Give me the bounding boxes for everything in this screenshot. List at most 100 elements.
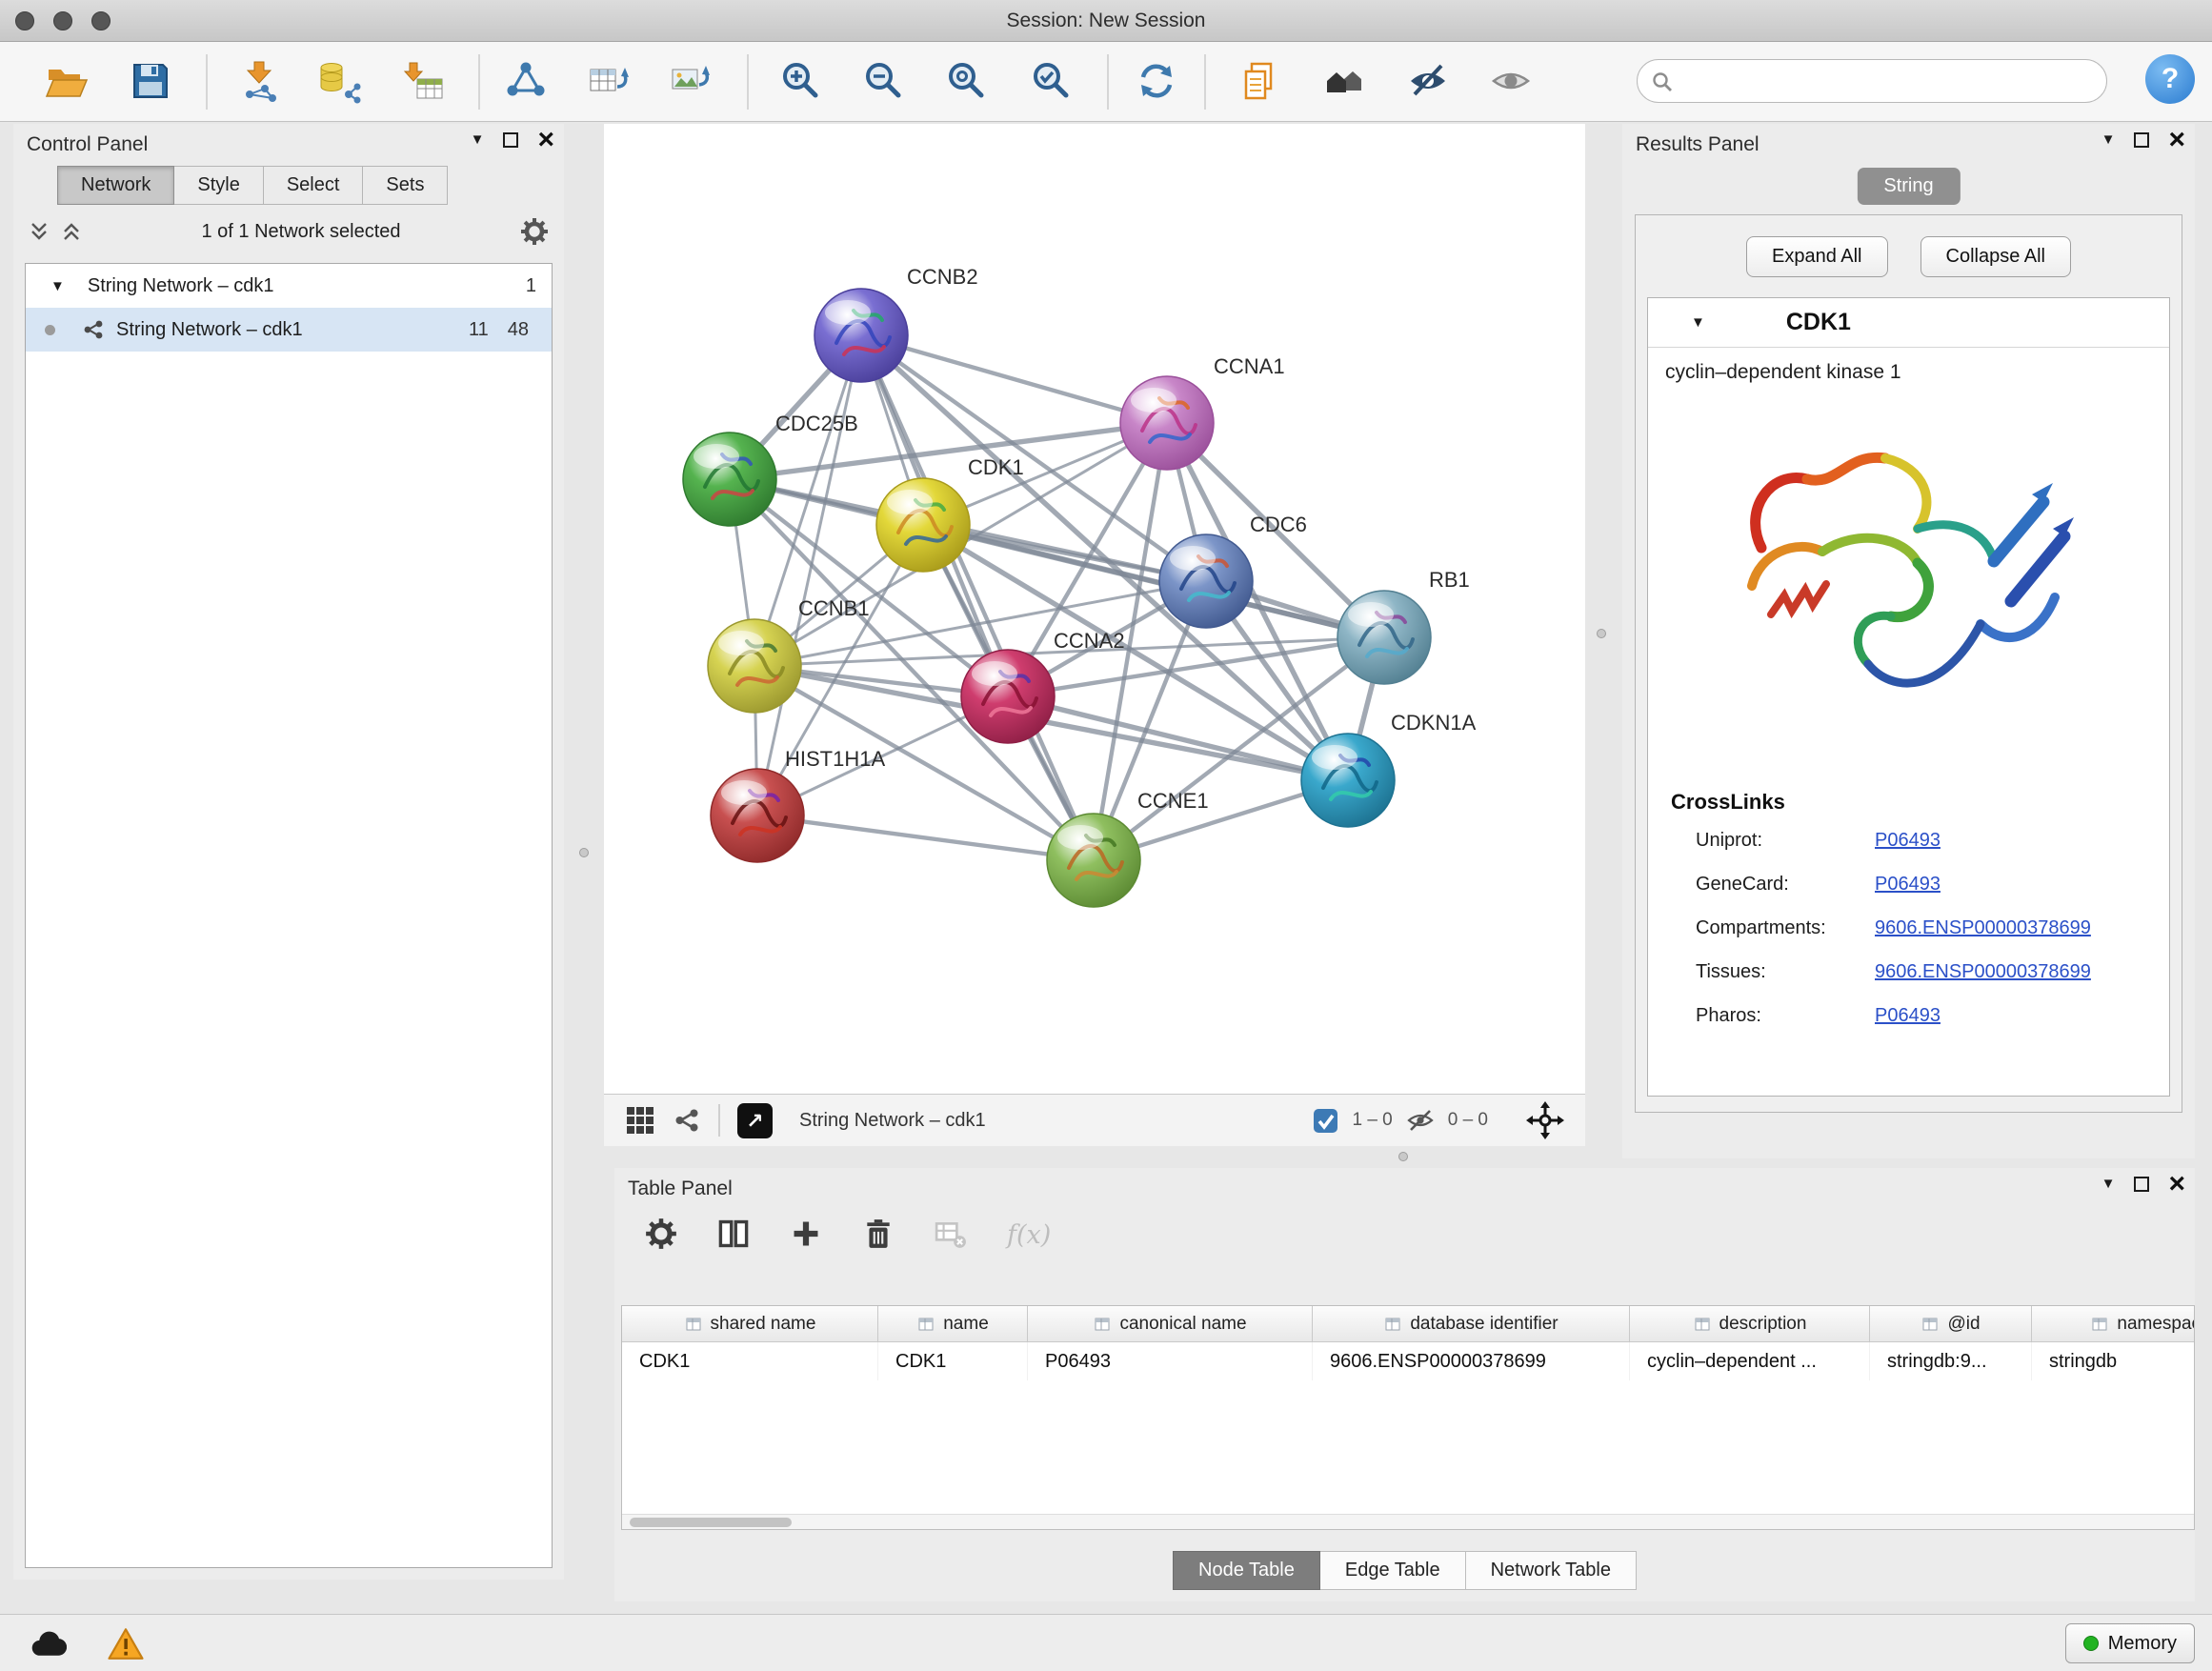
zoom-selected-button[interactable]	[1026, 56, 1076, 106]
float-panel-icon[interactable]	[503, 132, 518, 148]
tab-network[interactable]: Network	[57, 166, 174, 205]
splitter-handle[interactable]	[1398, 1152, 1408, 1161]
network-node-ccna1[interactable]	[1120, 376, 1214, 470]
scrollbar-thumb[interactable]	[630, 1518, 792, 1527]
close-panel-icon[interactable]: ×	[537, 132, 554, 148]
toolbar-separator	[206, 54, 208, 110]
crosslink-link[interactable]: P06493	[1875, 830, 1941, 852]
network-edge[interactable]	[757, 815, 1094, 860]
import-table-button[interactable]	[398, 56, 448, 106]
gear-icon[interactable]	[520, 217, 549, 246]
tab-select[interactable]: Select	[264, 166, 364, 205]
collapse-section-icon[interactable]: ▼	[1691, 314, 1705, 331]
collapse-panel-icon[interactable]: ▼	[2101, 1176, 2116, 1192]
new-network-button[interactable]	[501, 56, 551, 106]
float-panel-icon[interactable]	[2134, 132, 2149, 148]
column-header[interactable]: namespace	[2032, 1306, 2195, 1342]
network-collection-row[interactable]: ▼ String Network – cdk1 1	[26, 264, 552, 308]
column-header[interactable]: shared name	[622, 1306, 878, 1342]
horizontal-scrollbar[interactable]	[622, 1514, 2194, 1529]
table-cell[interactable]: 9606.ENSP00000378699	[1313, 1342, 1630, 1380]
hide-graphics-details-button[interactable]	[1403, 56, 1453, 106]
network-node-cdc25b[interactable]	[683, 433, 776, 526]
new-table-button[interactable]	[583, 56, 633, 106]
open-session-button[interactable]	[42, 56, 91, 106]
delete-column-button[interactable]	[862, 1218, 895, 1253]
network-node-cdc6[interactable]	[1159, 534, 1253, 628]
table-cell[interactable]: stringdb	[2032, 1342, 2195, 1380]
column-header[interactable]: name	[878, 1306, 1028, 1342]
tree-expand-icon[interactable]: ▼	[50, 278, 65, 294]
column-header[interactable]: @id	[1870, 1306, 2032, 1342]
column-header[interactable]: canonical name	[1028, 1306, 1313, 1342]
import-network-file-button[interactable]	[234, 56, 284, 106]
network-canvas[interactable]: CCNB2CCNA1CDC25BCDK1CDC6RB1CCNB1CCNA2CDK…	[604, 124, 1585, 1094]
network-node-ccna2[interactable]	[961, 650, 1055, 743]
show-graphics-details-button[interactable]	[1486, 56, 1536, 106]
crosslink-link[interactable]: P06493	[1875, 874, 1941, 896]
grid-view-icon[interactable]	[625, 1105, 655, 1136]
create-column-button[interactable]	[790, 1218, 822, 1253]
node-details-header[interactable]: ▼ CDK1	[1648, 298, 2169, 348]
table-cell[interactable]: CDK1	[622, 1342, 878, 1380]
birdseye-view-toggle[interactable]: ↗	[737, 1103, 773, 1138]
help-button[interactable]: ?	[2145, 54, 2195, 104]
network-node-rb1[interactable]	[1337, 591, 1431, 684]
table-cell[interactable]: P06493	[1028, 1342, 1313, 1380]
columns-icon	[717, 1218, 750, 1250]
network-row[interactable]: String Network – cdk1 11 48	[26, 308, 552, 352]
collapse-all-button[interactable]: Collapse All	[1920, 236, 2072, 277]
home-button[interactable]	[1319, 56, 1369, 106]
cloud-icon[interactable]	[29, 1628, 67, 1661]
collapse-all-icon[interactable]	[61, 221, 82, 242]
table-cell[interactable]: CDK1	[878, 1342, 1028, 1380]
float-panel-icon[interactable]	[2134, 1177, 2149, 1192]
share-view-icon[interactable]	[673, 1106, 701, 1135]
zoom-fit-button[interactable]	[941, 56, 991, 106]
network-node-cdkn1a[interactable]	[1301, 734, 1395, 827]
tab-node-table[interactable]: Node Table	[1173, 1551, 1320, 1590]
crosslink-link[interactable]: 9606.ENSP00000378699	[1875, 917, 2091, 939]
search-input[interactable]	[1687, 64, 2087, 98]
show-columns-button[interactable]	[717, 1218, 750, 1253]
table-settings-button[interactable]	[645, 1218, 677, 1253]
annotation-button[interactable]	[1235, 56, 1284, 106]
warning-icon[interactable]	[107, 1626, 145, 1661]
collapse-panel-icon[interactable]: ▼	[2101, 131, 2116, 148]
import-network-database-button[interactable]	[314, 56, 364, 106]
column-header[interactable]: description	[1630, 1306, 1870, 1342]
tab-sets[interactable]: Sets	[363, 166, 448, 205]
network-edge[interactable]	[861, 335, 1094, 860]
table-cell[interactable]: stringdb:9...	[1870, 1342, 2032, 1380]
zoom-out-button[interactable]	[858, 56, 908, 106]
pan-crosshair-icon[interactable]	[1526, 1101, 1564, 1139]
collapse-panel-icon[interactable]: ▼	[471, 131, 485, 148]
memory-button[interactable]: Memory	[2065, 1623, 2195, 1663]
save-session-button[interactable]	[126, 56, 175, 106]
refresh-view-button[interactable]	[1132, 56, 1181, 106]
expand-all-button[interactable]: Expand All	[1746, 236, 1888, 277]
tab-string[interactable]: String	[1857, 168, 1960, 205]
close-panel-icon[interactable]: ×	[2168, 132, 2185, 148]
network-edge[interactable]	[757, 335, 861, 815]
crosslink-link[interactable]: 9606.ENSP00000378699	[1875, 961, 2091, 983]
splitter-handle[interactable]	[1597, 629, 1606, 638]
expand-all-icon[interactable]	[29, 221, 50, 242]
close-panel-icon[interactable]: ×	[2168, 1177, 2185, 1192]
export-image-button[interactable]	[665, 56, 714, 106]
crosslink-link[interactable]: P06493	[1875, 1005, 1941, 1027]
splitter-handle[interactable]	[579, 848, 589, 857]
zoom-in-icon	[777, 58, 823, 104]
network-node-hist1h1a[interactable]	[711, 769, 804, 862]
tab-edge-table[interactable]: Edge Table	[1320, 1551, 1466, 1590]
network-node-cdk1[interactable]	[876, 478, 970, 572]
column-header[interactable]: database identifier	[1313, 1306, 1630, 1342]
tab-network-table[interactable]: Network Table	[1466, 1551, 1637, 1590]
tab-style[interactable]: Style	[174, 166, 263, 205]
table-row[interactable]: CDK1 CDK1 P06493 9606.ENSP00000378699 cy…	[622, 1342, 2194, 1380]
network-node-ccne1[interactable]	[1047, 814, 1140, 907]
network-node-ccnb2[interactable]	[814, 289, 908, 382]
network-node-ccnb1[interactable]	[708, 619, 801, 713]
table-cell[interactable]: cyclin–dependent ...	[1630, 1342, 1870, 1380]
zoom-in-button[interactable]	[775, 56, 825, 106]
